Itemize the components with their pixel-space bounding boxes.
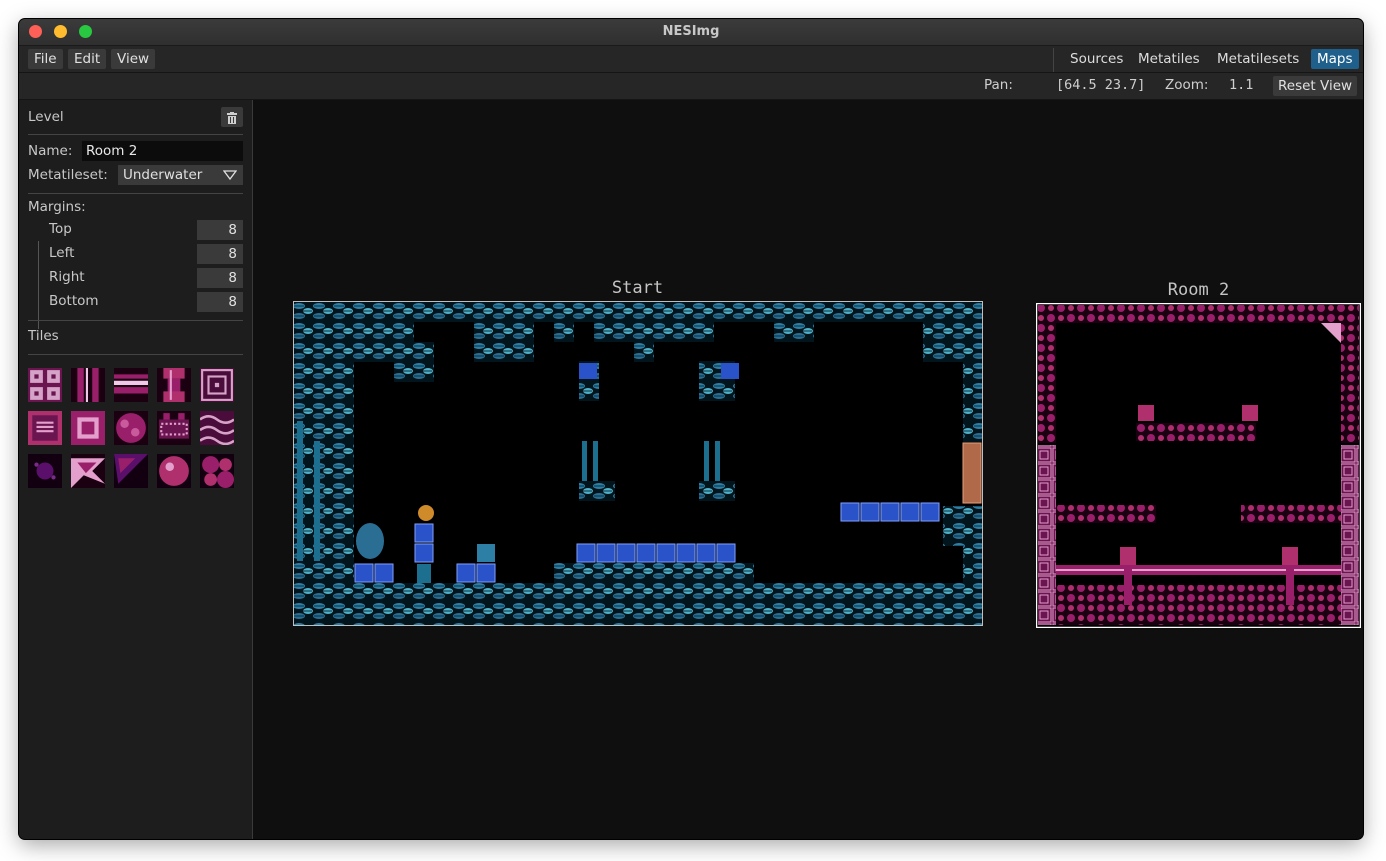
margin-left-input[interactable]: 8 <box>197 244 243 264</box>
pan-value: [64.5 23.7] <box>1056 77 1146 93</box>
margin-top-input[interactable]: 8 <box>197 220 243 240</box>
zoom-label: Zoom: <box>1165 77 1209 93</box>
map-title-room-2: Room 2 <box>1167 280 1230 300</box>
map-room-2[interactable] <box>1036 303 1361 628</box>
tile-horizontal-pipe[interactable] <box>114 368 148 402</box>
divider <box>28 320 243 321</box>
menu-edit[interactable]: Edit <box>68 49 107 69</box>
metatileset-selected-value: Underwater <box>123 167 203 183</box>
margin-right-input[interactable]: 8 <box>197 268 243 288</box>
nav-divider <box>1053 48 1054 72</box>
tile-vertical-bars[interactable] <box>71 368 105 402</box>
title-bar: NESImg <box>19 19 1363 46</box>
level-name-input[interactable]: Room 2 <box>82 141 243 161</box>
divider <box>28 354 243 355</box>
tile-bubble[interactable] <box>157 454 191 488</box>
window-title: NESImg <box>662 24 720 39</box>
pan-label: Pan: <box>984 77 1013 93</box>
tile-wavy-rock[interactable] <box>200 411 234 445</box>
tile-column[interactable] <box>157 368 191 402</box>
margin-top-label: Top <box>49 221 72 237</box>
nav-metatilesets[interactable]: Metatilesets <box>1211 49 1305 69</box>
nav-metatiles[interactable]: Metatiles <box>1132 49 1206 69</box>
margin-right-label: Right <box>49 269 85 285</box>
tile-spiral-block[interactable] <box>200 368 234 402</box>
menu-file[interactable]: File <box>28 49 63 69</box>
margins-tree-line <box>38 241 39 329</box>
nav-sources[interactable]: Sources <box>1064 49 1129 69</box>
tile-grid-block[interactable] <box>28 368 62 402</box>
tile-spiked-block[interactable] <box>157 411 191 445</box>
menu-bar: File Edit View Sources Metatiles Metatil… <box>19 46 1363 73</box>
reset-view-button[interactable]: Reset View <box>1273 76 1358 96</box>
map-start[interactable] <box>293 301 983 626</box>
delete-level-button[interactable] <box>221 107 243 127</box>
tile-pink-coral[interactable] <box>71 454 105 488</box>
margin-bottom-input[interactable]: 8 <box>197 292 243 312</box>
metatileset-select[interactable]: Underwater <box>118 165 243 185</box>
level-sidebar: Level Name: Room 2 Metatileset: Underwat… <box>19 100 253 839</box>
tiles-section-title: Tiles <box>28 328 59 344</box>
tile-panel-block[interactable] <box>28 411 62 445</box>
margin-left-label: Left <box>49 245 75 261</box>
map-canvas[interactable]: Start Room 2 <box>253 100 1363 839</box>
nav-maps[interactable]: Maps <box>1311 49 1359 69</box>
tile-round-rock[interactable] <box>114 411 148 445</box>
name-label: Name: <box>28 143 73 159</box>
chevron-down-icon <box>222 165 238 191</box>
margins-label: Margins: <box>28 199 86 215</box>
tile-slope-rock[interactable] <box>114 454 148 488</box>
divider <box>28 193 243 194</box>
map-title-start: Start <box>611 278 664 298</box>
menu-view[interactable]: View <box>111 49 156 69</box>
tile-framed-block[interactable] <box>71 411 105 445</box>
trash-icon <box>227 111 237 124</box>
margin-bottom-label: Bottom <box>49 293 99 309</box>
tile-cluster-rock[interactable] <box>200 454 234 488</box>
metatileset-label: Metatileset: <box>28 167 108 183</box>
tile-dark-coral[interactable] <box>28 454 62 488</box>
view-toolbar: Pan: [64.5 23.7] Zoom: 1.1 Reset View <box>19 73 1363 100</box>
divider <box>28 134 243 135</box>
app-window: NESImg File Edit View Sources Metatiles … <box>19 19 1363 839</box>
level-section-title: Level <box>28 109 64 125</box>
zoom-value: 1.1 <box>1229 77 1254 93</box>
